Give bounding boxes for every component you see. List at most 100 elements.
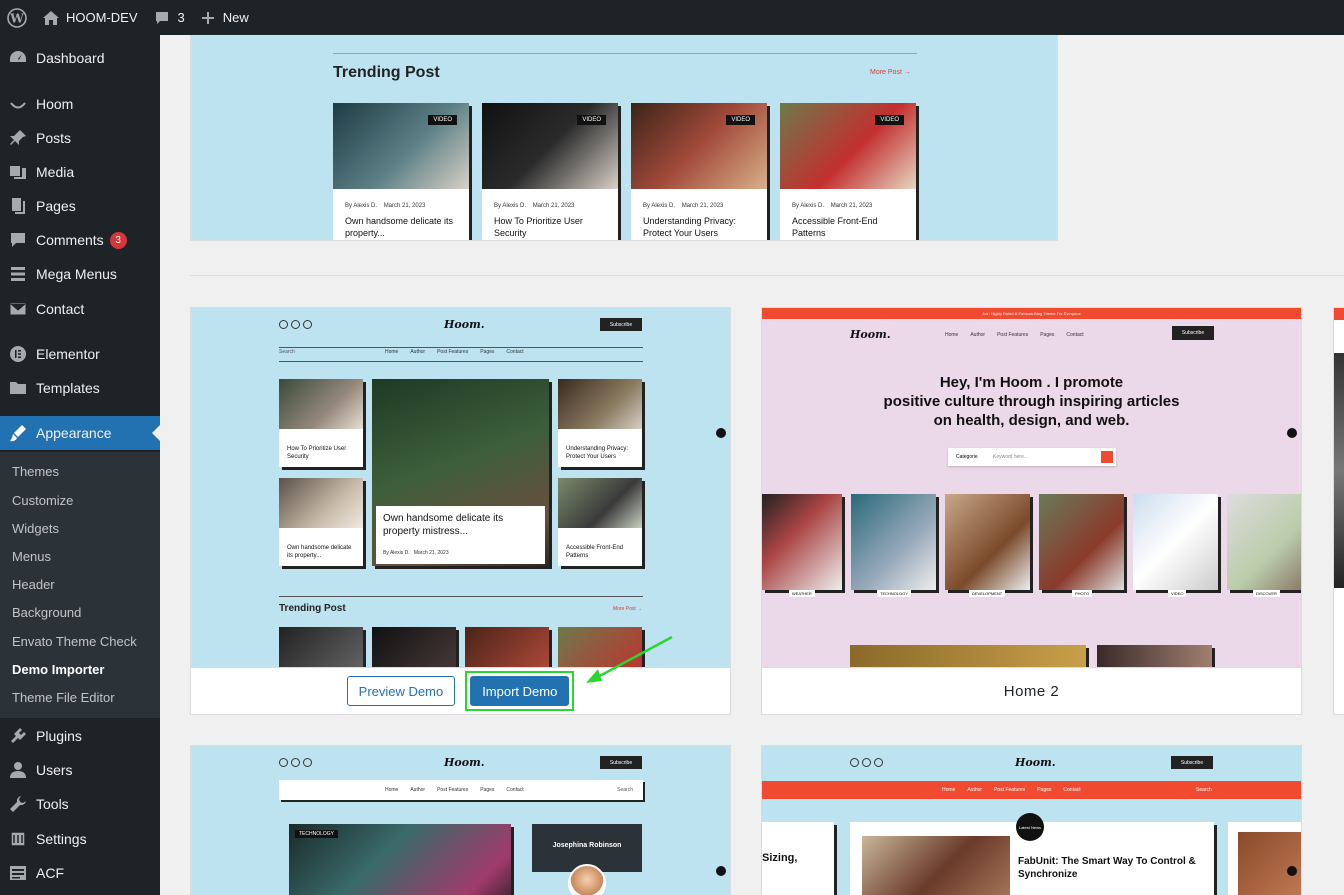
- youtube-icon: [303, 758, 312, 767]
- section-divider: [190, 275, 1344, 276]
- new-content-link[interactable]: New: [193, 0, 257, 35]
- subscribe-button: Subscribe: [600, 756, 642, 769]
- mail-icon: [0, 299, 36, 319]
- sidebar-item-settings[interactable]: Settings: [0, 822, 160, 856]
- sidebar-item-templates[interactable]: Templates: [0, 371, 160, 405]
- post-card: Own handsome delicate its property...: [279, 478, 363, 566]
- hoom-logo: Hoom.: [444, 318, 485, 331]
- featured-post: Own handsome delicate its property mistr…: [372, 379, 549, 566]
- sidebar-item-elementor[interactable]: Elementor: [0, 337, 160, 371]
- demo-card-footer: Home 2: [762, 667, 1301, 714]
- post-card: VIDEO By Alexis D. March 21, 2023 Access…: [780, 103, 916, 240]
- scroll-arrow-icon: [716, 428, 726, 438]
- sidebar-item-appearance[interactable]: Appearance: [0, 416, 160, 450]
- sidebar-item-media[interactable]: Media: [0, 155, 160, 189]
- comments-badge: 3: [109, 231, 127, 249]
- comment-icon: [155, 11, 168, 24]
- demo-card-home-4: Hoom. Subscribe Home Author Post Features P…: [761, 745, 1302, 895]
- submenu-background[interactable]: Background: [12, 598, 81, 626]
- import-highlight: Import Demo: [465, 671, 575, 711]
- submenu-themes[interactable]: Themes: [12, 457, 59, 485]
- demo-nav-bar: Home Author Post Features Pages Contact Sear…: [762, 781, 1301, 799]
- sidebar-item-acf[interactable]: ACF: [0, 856, 160, 890]
- brush-icon: [0, 423, 36, 443]
- subscribe-button: Subscribe: [1172, 326, 1214, 340]
- submenu-demo-importer[interactable]: Demo Importer: [12, 655, 104, 683]
- hoom-logo: Hoom.: [1015, 756, 1056, 769]
- sidebar-item-tools[interactable]: Tools: [0, 787, 160, 821]
- subscribe-button: Subscribe: [1171, 756, 1213, 769]
- folder-icon: [0, 378, 36, 398]
- sidebar-item-dashboard[interactable]: Dashboard: [0, 41, 160, 75]
- scroll-arrow-icon: [716, 866, 726, 876]
- subscribe-button: Subscribe: [600, 318, 642, 331]
- featured-title: Own handsome delicate its property mistr…: [383, 513, 504, 537]
- demo-name: Home 2: [1003, 682, 1060, 700]
- twitter-icon: [291, 758, 300, 767]
- new-label: New: [222, 10, 249, 25]
- acf-icon: [0, 863, 36, 883]
- submenu-widgets[interactable]: Widgets: [12, 514, 59, 542]
- youtube-icon: [874, 758, 883, 767]
- sidebar-item-pages[interactable]: Pages: [0, 189, 160, 223]
- demo-nav: Home Author Post Features Pages Contact: [385, 349, 524, 355]
- admin-bar: W HOOM-DEV 3 New: [0, 0, 1344, 35]
- demo-screenshot[interactable]: Hoom. Subscribe Home Author Post Features P…: [191, 746, 730, 895]
- demo-screenshot[interactable]: Hoom. Subscribe Home Author Post Features P…: [762, 746, 1301, 895]
- post-card: Accessible Front-End Patterns: [558, 478, 642, 566]
- post-card: VIDEO By Alexis D. March 21, 2023 How To…: [482, 103, 618, 240]
- facebook-icon: [850, 758, 859, 767]
- home-icon: [43, 10, 59, 25]
- comment-icon: [0, 230, 36, 250]
- demo-screenshot[interactable]: Hoom. Subscribe Search Home Author Post Fe…: [191, 308, 730, 667]
- wordpress-logo-icon[interactable]: W: [0, 0, 34, 35]
- article-title: FabUnit: The Smart Way To Control & Sync…: [1018, 856, 1196, 880]
- appearance-submenu: Themes Customize Widgets Menus Header Ba…: [0, 452, 160, 718]
- submenu-header[interactable]: Header: [12, 570, 55, 598]
- media-icon: [0, 162, 36, 182]
- plugin-icon: [0, 726, 36, 746]
- submenu-theme-file-editor[interactable]: Theme File Editor: [12, 683, 115, 711]
- site-name-link[interactable]: HOOM-DEV: [34, 0, 146, 35]
- twitter-icon: [291, 320, 300, 329]
- sidebar-item-comments[interactable]: Comments 3: [0, 223, 160, 257]
- plus-icon: [201, 11, 214, 24]
- sidebar-item-posts[interactable]: Posts: [0, 121, 160, 155]
- divider: [333, 53, 917, 54]
- demo-importer-content: Trending Post More Post → VIDEO By Alexi…: [160, 35, 1344, 895]
- menu-icon: [0, 264, 36, 284]
- preview-demo-button[interactable]: Preview Demo: [346, 676, 456, 706]
- sidebar-item-hoom[interactable]: Hoom: [0, 87, 160, 121]
- demo-screenshot[interactable]: Join Highly Rated & Famous Blog Theme Fo…: [762, 308, 1301, 667]
- search-field: Search: [279, 349, 295, 355]
- elementor-icon: [0, 344, 36, 364]
- submenu-menus[interactable]: Menus: [12, 542, 51, 570]
- admin-sidebar: Dashboard Hoom Posts Media Pages Comment…: [0, 35, 160, 895]
- sidebar-item-plugins[interactable]: Plugins: [0, 719, 160, 753]
- top-banner: Join Highly Rated & Famous Blog Theme Fo…: [762, 308, 1301, 319]
- user-icon: [0, 760, 36, 780]
- avatar: [568, 864, 606, 895]
- site-name: HOOM-DEV: [66, 10, 138, 25]
- comments-link[interactable]: 3: [146, 0, 193, 35]
- import-demo-button[interactable]: Import Demo: [470, 676, 570, 706]
- trending-title: Trending Post: [333, 64, 440, 81]
- sidebar-item-users[interactable]: Users: [0, 753, 160, 787]
- more-post-link: More Post →: [870, 69, 911, 76]
- scroll-arrow-icon: [1287, 428, 1297, 438]
- sidebar-item-contact[interactable]: Contact: [0, 292, 160, 326]
- sidebar-item-mega-menus[interactable]: Mega Menus: [0, 257, 160, 291]
- submenu-customize[interactable]: Customize: [12, 486, 73, 514]
- submenu-envato-theme-check[interactable]: Envato Theme Check: [12, 627, 137, 655]
- hoom-logo: Hoom.: [444, 756, 485, 769]
- settings-icon: [0, 829, 36, 849]
- post-card: How To Prioritize User Security: [279, 379, 363, 467]
- demo-nav-bar: Home Author Post Features Pages Contact Sear…: [279, 780, 643, 800]
- comments-count: 3: [177, 10, 185, 25]
- dashboard-icon: [0, 48, 36, 68]
- facebook-icon: [279, 320, 288, 329]
- post-card: VIDEO By Alexis D. March 21, 2023 Own ha…: [333, 103, 469, 240]
- demo-card-home-2: Join Highly Rated & Famous Blog Theme Fo…: [761, 307, 1302, 715]
- youtube-icon: [303, 320, 312, 329]
- category-strip: WEATHER TECHNOLOGY DEVELOPMENT PHOTO VID…: [762, 494, 1301, 597]
